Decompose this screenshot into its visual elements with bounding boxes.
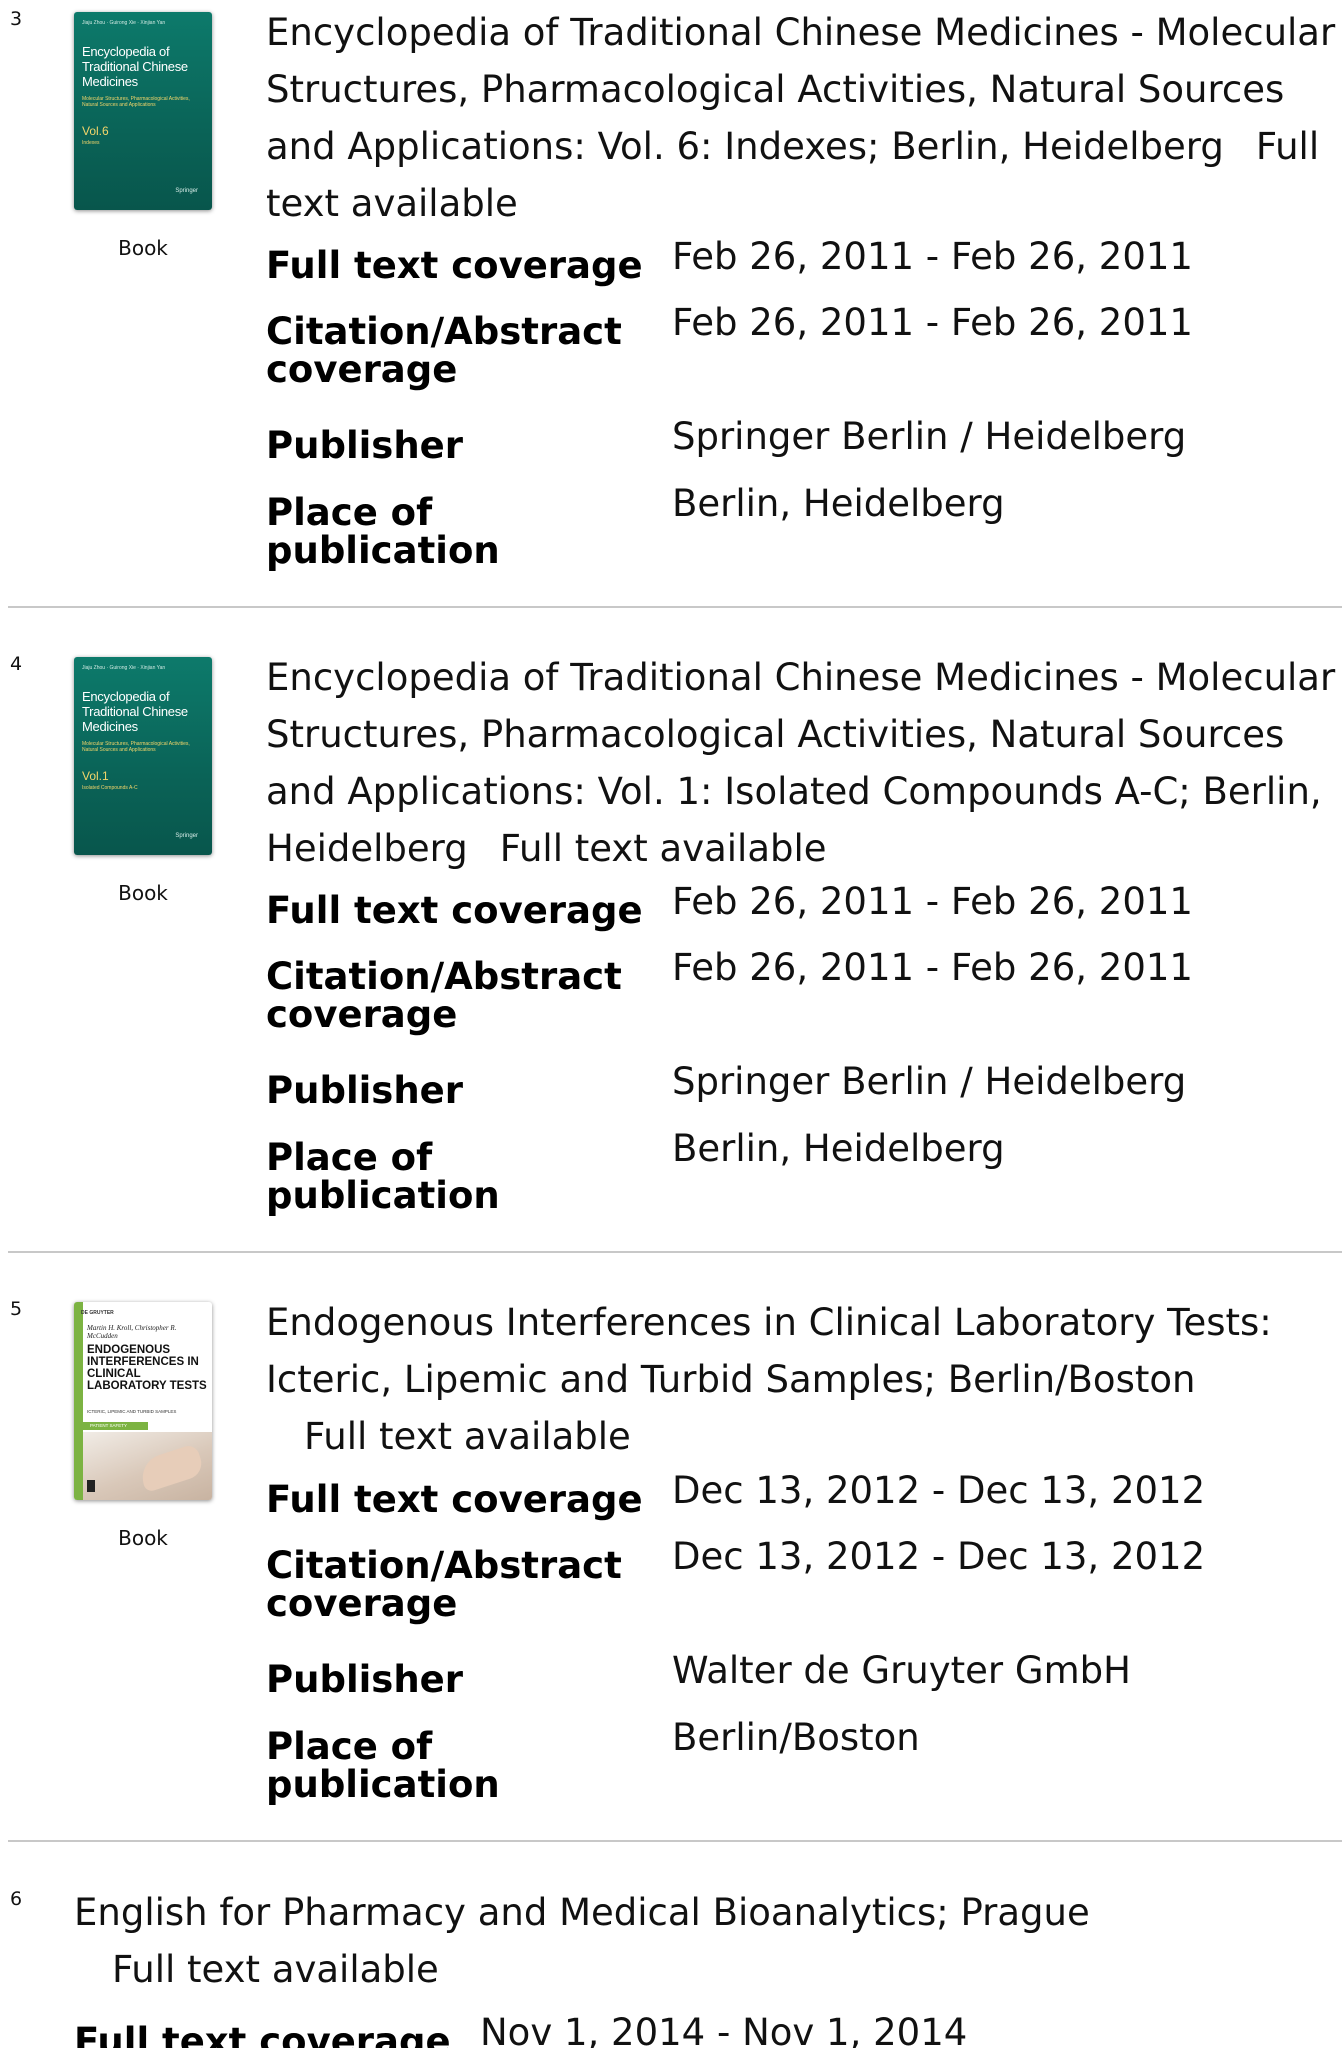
publisher-value: Walter de Gruyter GmbH (672, 1649, 1131, 1692)
full-text-coverage-label: Full text coverage (266, 889, 643, 932)
cover-series-label: PATIENT SAFETY (90, 1423, 128, 1428)
full-text-coverage-value: Dec 13, 2012 - Dec 13, 2012 (672, 1469, 1206, 1512)
citation-abstract-coverage-value: Feb 26, 2011 - Feb 26, 2011 (672, 946, 1193, 989)
cover-subtitle: ICTERIC, LIPEMIC AND TURBID SAMPLES (87, 1409, 177, 1414)
cover-volume-subtitle: Indexes (82, 140, 100, 146)
full-text-available-link[interactable]: Full text available (304, 1415, 631, 1458)
citation-abstract-coverage-label: Citation/Abstract coverage (266, 310, 622, 391)
result-item: 5 DE GRUYTER Martin H. Kroll, Christophe… (0, 1290, 1344, 1842)
cover-publisher: DE GRUYTER (81, 1310, 114, 1316)
result-title[interactable]: Encyclopedia of Traditional Chinese Medi… (266, 649, 1342, 877)
item-type: Book (118, 881, 168, 905)
results-list: 3 Jiaju Zhou · Guirong Xie · Xinjian Yan… (0, 0, 1344, 2048)
cover-authors: Martin H. Kroll, Christopher R. McCudden (87, 1324, 177, 1340)
title-link[interactable]: English for Pharmacy and Medical Bioanal… (74, 1891, 1090, 1934)
full-text-coverage-value: Feb 26, 2011 - Feb 26, 2011 (672, 235, 1193, 278)
place-of-publication-value: Berlin/Boston (672, 1716, 920, 1759)
divider (8, 1251, 1342, 1253)
divider (8, 606, 1342, 608)
book-cover-image[interactable]: Jiaju Zhou · Guirong Xie · Xinjian Yan E… (74, 657, 212, 855)
cover-volume: Vol.1 (82, 769, 109, 783)
result-number: 4 (10, 653, 23, 675)
cover-subtitle: Molecular Structures, Pharmacological Ac… (82, 741, 190, 753)
place-of-publication-value: Berlin, Heidelberg (672, 482, 1005, 525)
cover-logo-icon (87, 1480, 95, 1492)
result-title[interactable]: Encyclopedia of Traditional Chinese Medi… (266, 4, 1342, 232)
result-item: 3 Jiaju Zhou · Guirong Xie · Xinjian Yan… (0, 0, 1344, 608)
publisher-label: Publisher (266, 1658, 464, 1701)
place-of-publication-label: Place of publication (266, 1136, 500, 1217)
full-text-coverage-label: Full text coverage (74, 2020, 451, 2048)
result-item: 4 Jiaju Zhou · Guirong Xie · Xinjian Yan… (0, 645, 1344, 1253)
cover-volume-subtitle: Isolated Compounds A-C (82, 785, 138, 791)
cover-authors: Jiaju Zhou · Guirong Xie · Xinjian Yan (82, 20, 166, 26)
cover-subtitle: Molecular Structures, Pharmacological Ac… (82, 96, 190, 108)
cover-authors: Jiaju Zhou · Guirong Xie · Xinjian Yan (82, 665, 166, 671)
result-item: 6 English for Pharmacy and Medical Bioan… (0, 1880, 1344, 2048)
title-link[interactable]: Endogenous Interferences in Clinical Lab… (266, 1301, 1272, 1401)
result-title[interactable]: Endogenous Interferences in Clinical Lab… (266, 1294, 1342, 1465)
cover-title: Encyclopedia of Traditional Chinese Medi… (82, 689, 188, 734)
citation-abstract-coverage-value: Dec 13, 2012 - Dec 13, 2012 (672, 1535, 1206, 1578)
cover-volume: Vol.6 (82, 124, 109, 138)
publisher-label: Publisher (266, 424, 464, 467)
publisher-label: Publisher (266, 1069, 464, 1112)
result-number: 6 (10, 1888, 23, 1910)
cover-title: Encyclopedia of Traditional Chinese Medi… (82, 44, 188, 89)
book-cover-image[interactable]: Jiaju Zhou · Guirong Xie · Xinjian Yan E… (74, 12, 212, 210)
result-number: 3 (10, 8, 23, 30)
divider (8, 1840, 1342, 1842)
publisher-value: Springer Berlin / Heidelberg (672, 1060, 1187, 1103)
result-number: 5 (10, 1298, 23, 1320)
result-title[interactable]: English for Pharmacy and Medical Bioanal… (74, 1884, 1150, 1998)
full-text-coverage-value: Nov 1, 2014 - Nov 1, 2014 (480, 2011, 968, 2048)
publisher-value: Springer Berlin / Heidelberg (672, 415, 1187, 458)
full-text-available-link[interactable]: Full text available (500, 827, 827, 870)
cover-publisher: Springer (175, 833, 198, 839)
title-link[interactable]: Encyclopedia of Traditional Chinese Medi… (266, 11, 1335, 168)
cover-title: ENDOGENOUS INTERFERENCES IN CLINICAL LAB… (87, 1344, 207, 1392)
citation-abstract-coverage-label: Citation/Abstract coverage (266, 955, 622, 1036)
citation-abstract-coverage-value: Feb 26, 2011 - Feb 26, 2011 (672, 301, 1193, 344)
full-text-coverage-value: Feb 26, 2011 - Feb 26, 2011 (672, 880, 1193, 923)
cover-publisher: Springer (175, 188, 198, 194)
citation-abstract-coverage-label: Citation/Abstract coverage (266, 1544, 622, 1625)
place-of-publication-label: Place of publication (266, 1725, 500, 1806)
place-of-publication-label: Place of publication (266, 491, 500, 572)
place-of-publication-value: Berlin, Heidelberg (672, 1127, 1005, 1170)
book-cover-image[interactable]: DE GRUYTER Martin H. Kroll, Christopher … (74, 1302, 212, 1500)
item-type: Book (118, 1526, 168, 1550)
full-text-coverage-label: Full text coverage (266, 244, 643, 287)
cover-band (74, 1302, 83, 1500)
full-text-coverage-label: Full text coverage (266, 1478, 643, 1521)
full-text-available-link[interactable]: Full text available (112, 1948, 439, 1991)
item-type: Book (118, 236, 168, 260)
